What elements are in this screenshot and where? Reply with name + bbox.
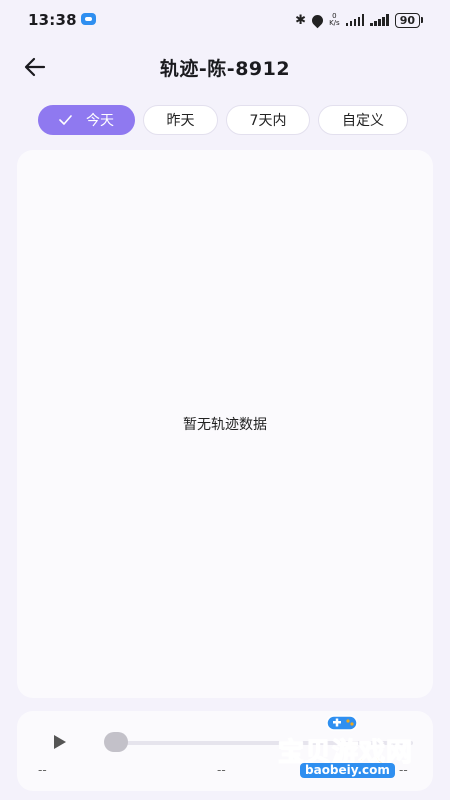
signal-icon bbox=[345, 14, 365, 26]
bluetooth-icon: ✱ bbox=[295, 12, 307, 28]
tab-label: 今天 bbox=[86, 113, 114, 129]
date-range-tabs: 今天 昨天 7天内 自定义 bbox=[38, 105, 408, 135]
current-time-label: -- bbox=[217, 763, 226, 777]
status-bar: 13:38 ✱ 0 K/s 90 bbox=[0, 0, 450, 42]
header: 轨迹-陈-8912 bbox=[0, 42, 450, 92]
playback-panel: -- -- -- bbox=[17, 711, 433, 791]
check-icon bbox=[59, 115, 72, 125]
empty-state-text: 暂无轨迹数据 bbox=[183, 417, 267, 433]
tab-label: 7天内 bbox=[249, 113, 287, 129]
status-time: 13:38 bbox=[28, 11, 77, 29]
tab-today[interactable]: 今天 bbox=[38, 105, 135, 135]
network-speed: 0 K/s bbox=[329, 12, 340, 27]
tab-custom[interactable]: 自定义 bbox=[318, 105, 408, 135]
slider-thumb[interactable] bbox=[104, 732, 128, 752]
location-icon bbox=[309, 12, 326, 28]
play-icon[interactable] bbox=[54, 735, 66, 749]
track-map-panel[interactable]: 暂无轨迹数据 bbox=[17, 150, 433, 698]
signal-icon-2 bbox=[370, 14, 389, 26]
page-title: 轨迹-陈-8912 bbox=[159, 58, 291, 80]
end-time-label: -- bbox=[399, 763, 408, 777]
tab-last-7-days[interactable]: 7天内 bbox=[226, 105, 310, 135]
tab-label: 昨天 bbox=[166, 113, 195, 129]
battery-icon: 90 bbox=[394, 12, 424, 28]
playback-slider[interactable] bbox=[104, 732, 413, 752]
start-time-label: -- bbox=[38, 763, 47, 777]
message-icon bbox=[81, 13, 96, 25]
tab-yesterday[interactable]: 昨天 bbox=[143, 105, 218, 135]
status-indicators: ✱ 0 K/s 90 bbox=[295, 11, 424, 29]
tab-label: 自定义 bbox=[342, 113, 384, 129]
